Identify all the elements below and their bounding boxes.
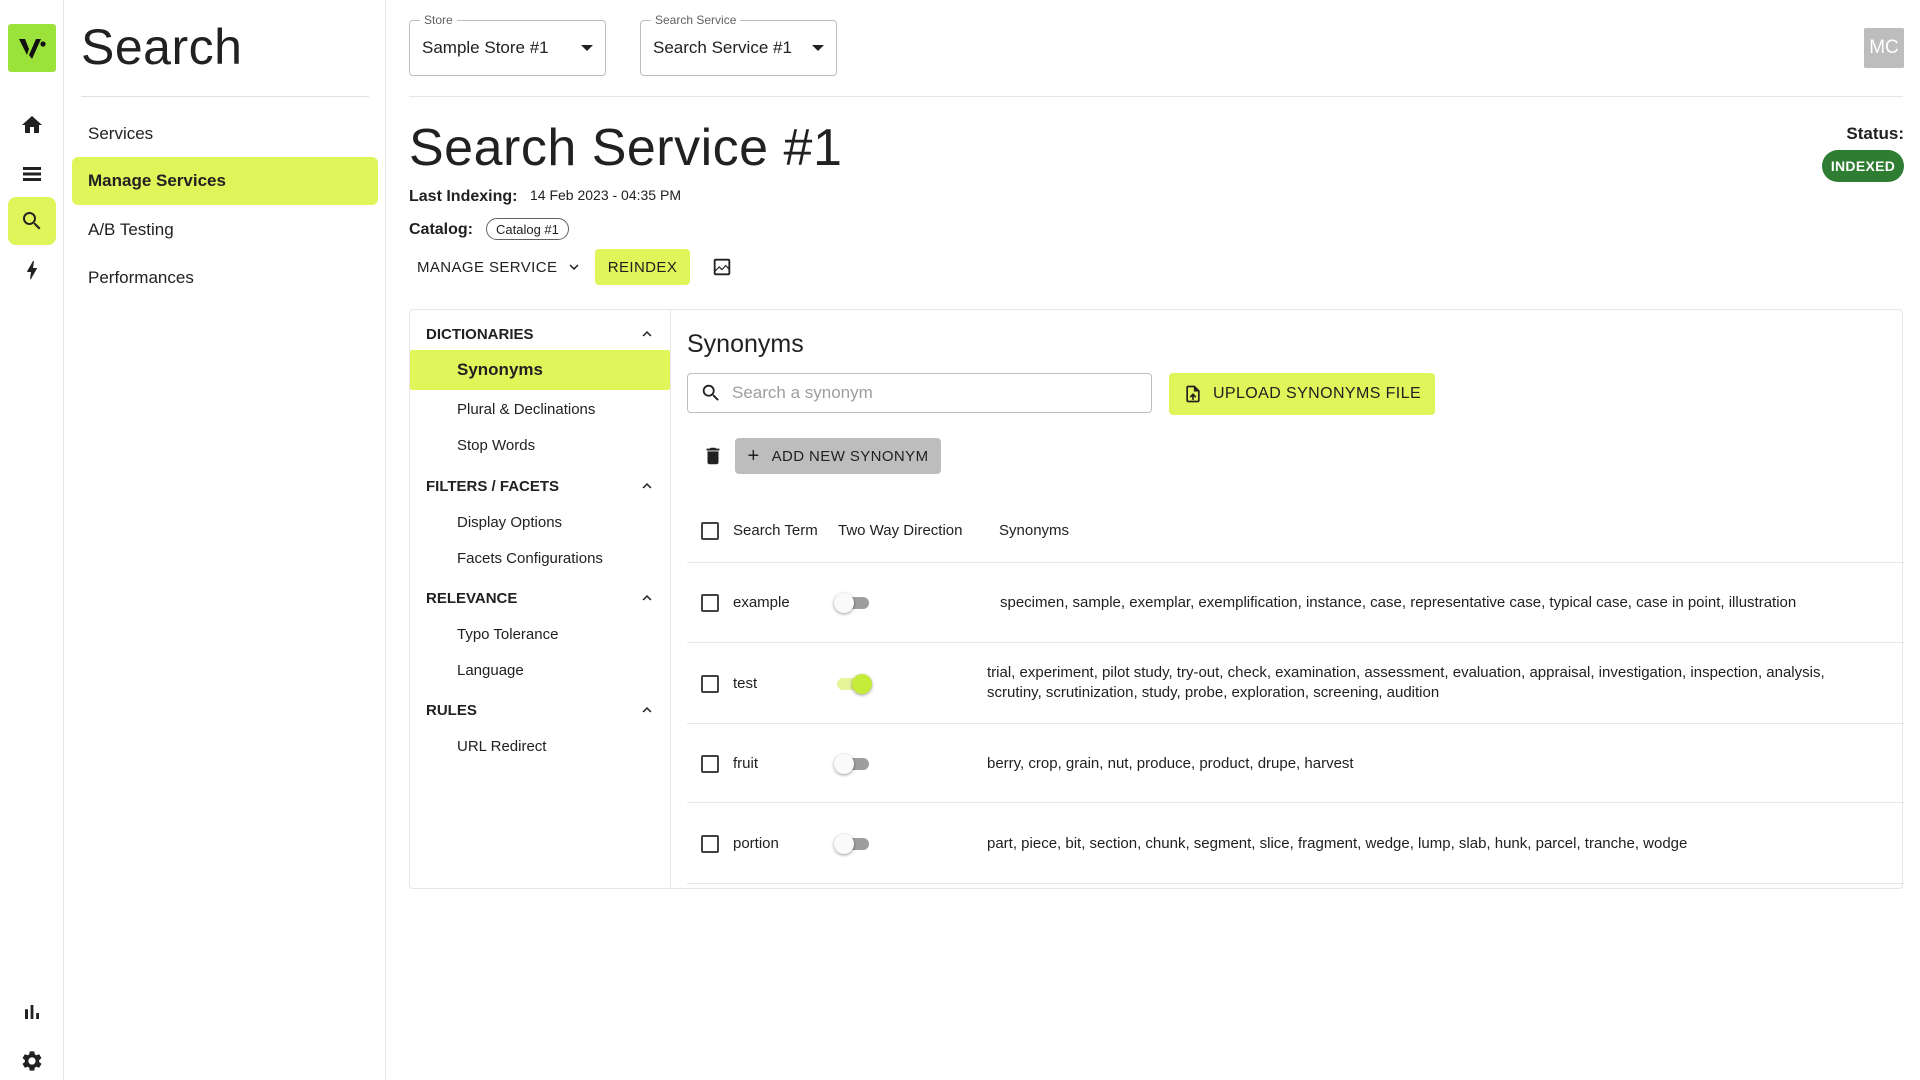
app-logo-icon[interactable] [8,24,56,72]
column-header-synonyms[interactable]: Synonyms [999,522,1069,539]
store-select-label: Store [420,13,457,27]
chevron-down-icon [569,264,579,270]
header-divider [409,96,1903,97]
avatar[interactable]: MC [1864,28,1904,68]
upload-synonyms-label: UPLOAD SYNONYMS FILE [1212,385,1422,402]
nav-item-facets-configurations[interactable]: Facets Configurations [410,538,670,578]
plus-icon: + [747,444,760,467]
search-service-select-label: Search Service [651,13,741,27]
two-way-toggle[interactable] [834,593,870,613]
row-synonyms: specimen, sample, exemplar, exemplificat… [1000,594,1797,611]
row-checkbox[interactable] [701,675,719,693]
search-service-select-value: Search Service #1 [653,38,792,57]
search-icon[interactable] [8,197,56,245]
nav-item-synonyms[interactable]: Synonyms [410,350,670,390]
nav-item-typo-tolerance[interactable]: Typo Tolerance [410,614,670,654]
section-filters-facets-label: FILTERS / FACETS [426,477,560,495]
row-synonyms: berry, crop, grain, nut, produce, produc… [987,755,1354,772]
add-new-synonym-label: ADD NEW SYNONYM [771,447,929,465]
select-all-checkbox[interactable] [701,522,719,540]
section-dictionaries-label: DICTIONARIES [426,325,534,343]
section-relevance-label: RELEVANCE [426,589,518,607]
page-title: Search Service #1 [409,119,843,177]
caret-down-icon [812,45,824,51]
last-indexing-value: 14 Feb 2023 - 04:35 PM [530,187,681,203]
sidebar-item-manage-services[interactable]: Manage Services [72,157,378,205]
search-service-select[interactable]: Search Service Search Service #1 [640,13,837,76]
chevron-up-icon [642,483,652,489]
chevron-up-icon [642,595,652,601]
section-sidebar: Search Services Manage Services A/B Test… [64,0,386,1080]
last-indexing-label: Last Indexing: [409,188,518,205]
sidebar-item-services[interactable]: Services [72,110,378,158]
table-row[interactable]: fruit berry, crop, grain, nut, produce, … [687,724,1904,803]
row-synonyms: part, piece, bit, section, chunk, segmen… [987,835,1688,852]
logo-mark-icon [19,39,46,59]
file-upload-icon [1186,385,1200,403]
two-way-toggle[interactable] [834,754,870,774]
column-header-two-way[interactable]: Two Way Direction [838,522,962,539]
chevron-up-icon [642,707,652,713]
delete-icon[interactable] [700,443,726,469]
two-way-toggle[interactable] [834,834,870,854]
table-row[interactable]: portion part, piece, bit, section, chunk… [687,803,1904,884]
search-icon [702,384,719,401]
table-header-row: Search Term Two Way Direction Synonyms [687,499,1904,563]
nav-item-display-options[interactable]: Display Options [410,502,670,542]
add-new-synonym-button[interactable]: + ADD NEW SYNONYM [735,438,941,474]
nav-item-url-redirect[interactable]: URL Redirect [410,726,670,766]
table-row[interactable]: test trial, experiment, pilot study, try… [687,643,1904,724]
caret-down-icon [581,45,593,51]
bolt-icon[interactable] [8,246,56,294]
row-search-term: example [733,594,790,611]
store-select-value: Sample Store #1 [422,38,549,57]
row-search-term: portion [733,835,779,852]
settings-card: DICTIONARIES Synonyms Plural & Declinati… [409,309,1904,889]
status-badge: INDEXED [1822,150,1904,182]
status-label: Status: [1846,124,1904,143]
manage-service-button[interactable]: MANAGE SERVICE [417,258,583,276]
column-header-search-term[interactable]: Search Term [733,522,818,539]
synonym-search-field[interactable] [687,373,1152,413]
home-icon[interactable] [8,101,56,149]
section-dictionaries[interactable]: DICTIONARIES [426,322,656,346]
manage-service-label: MANAGE SERVICE [417,258,558,276]
catalog-chip[interactable]: Catalog #1 [486,218,569,240]
two-way-toggle[interactable] [834,674,872,694]
section-rules[interactable]: RULES [426,698,656,722]
upload-synonyms-button[interactable]: UPLOAD SYNONYMS FILE [1169,373,1435,415]
row-checkbox[interactable] [701,755,719,773]
nav-item-language[interactable]: Language [410,650,670,690]
row-synonyms: trial, experiment, pilot study, try-out,… [987,664,1825,701]
row-search-term: test [733,675,758,692]
store-select[interactable]: Store Sample Store #1 [409,13,606,76]
synonym-search-input[interactable] [732,383,1132,403]
sidebar-item-ab-testing[interactable]: A/B Testing [72,206,378,254]
sidebar-divider [81,96,369,97]
table-row[interactable]: example specimen, sample, exemplar, exem… [687,563,1904,643]
nav-item-stop-words[interactable]: Stop Words [410,425,670,465]
reindex-button[interactable]: REINDEX [595,249,690,285]
chevron-up-icon [642,331,652,337]
section-relevance[interactable]: RELEVANCE [426,586,656,610]
row-checkbox[interactable] [701,594,719,612]
section-filters-facets[interactable]: FILTERS / FACETS [426,474,656,498]
row-checkbox[interactable] [701,835,719,853]
nav-item-plural-declinations[interactable]: Plural & Declinations [410,389,670,429]
settings-nav: DICTIONARIES Synonyms Plural & Declinati… [410,310,671,888]
row-search-term: fruit [733,755,759,772]
analytics-chart-icon[interactable] [709,254,735,280]
icon-rail [0,0,64,1080]
sidebar-item-performances[interactable]: Performances [72,254,378,302]
list-icon[interactable] [8,150,56,198]
catalog-label: Catalog: [409,221,473,238]
bar-chart-icon[interactable] [8,988,56,1036]
section-rules-label: RULES [426,701,477,719]
section-title: Search [81,19,243,75]
gear-icon[interactable] [8,1037,56,1080]
synonyms-title: Synonyms [687,330,804,358]
